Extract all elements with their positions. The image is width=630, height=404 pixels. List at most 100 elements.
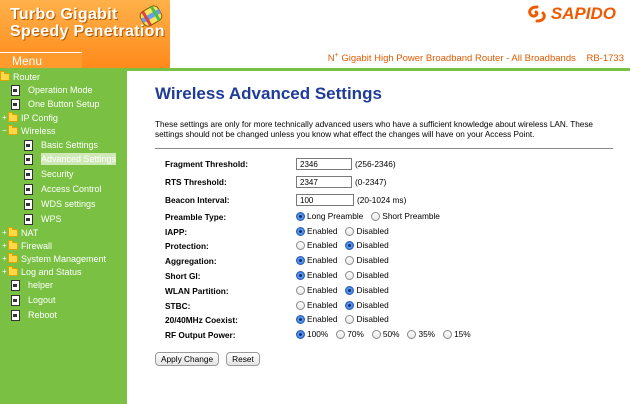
- radio-icon[interactable]: [345, 255, 355, 265]
- iapp-enabled-option[interactable]: Enabled: [296, 226, 337, 236]
- beacon-interval-input[interactable]: [296, 194, 354, 206]
- folder-icon: [8, 266, 18, 276]
- aggregation-label: Aggregation:: [165, 256, 217, 266]
- sidebar-item-ip-config[interactable]: + IP Config: [2, 112, 58, 124]
- menu-tab[interactable]: Menu: [0, 52, 82, 68]
- rf-power-50-option[interactable]: 50%: [371, 329, 399, 339]
- page-icon: [11, 309, 20, 321]
- radio-icon[interactable]: [345, 314, 355, 324]
- sidebar-item-logout[interactable]: Logout: [11, 294, 56, 306]
- sidebar-item-log-and-status[interactable]: + Log and Status: [2, 266, 82, 278]
- main-content: Wireless Advanced Settings These setting…: [155, 84, 615, 366]
- radio-icon[interactable]: [371, 211, 381, 221]
- radio-icon[interactable]: [336, 329, 346, 339]
- sidebar-item-reboot[interactable]: Reboot: [11, 309, 57, 321]
- sapido-logo: SAPIDO: [526, 4, 616, 24]
- page-icon: [24, 198, 33, 210]
- aggregation-disabled-option[interactable]: Disabled: [345, 255, 389, 265]
- beacon-interval-field: (20-1024 ms): [296, 194, 406, 206]
- aggregation-enabled-option[interactable]: Enabled: [296, 255, 337, 265]
- radio-selected-icon[interactable]: [296, 226, 305, 236]
- coexist-options: Enabled Disabled: [296, 314, 397, 324]
- radio-selected-icon[interactable]: [296, 314, 305, 324]
- page-icon: [24, 153, 33, 165]
- coexist-label: 20/40MHz Coexist:: [165, 315, 238, 325]
- rts-threshold-input[interactable]: [296, 176, 352, 188]
- radio-selected-icon[interactable]: [296, 329, 305, 339]
- sidebar-item-wireless[interactable]: − Wireless: [2, 125, 56, 137]
- radio-icon[interactable]: [296, 300, 305, 310]
- coexist-disabled-option[interactable]: Disabled: [345, 314, 389, 324]
- rts-threshold-label: RTS Threshold:: [165, 177, 227, 187]
- wlan-partition-disabled-option[interactable]: Disabled: [345, 285, 389, 295]
- radio-selected-icon[interactable]: [345, 240, 355, 250]
- header: SAPIDO N+ Gigabit High Power Broadband R…: [170, 0, 630, 68]
- radio-icon[interactable]: [443, 329, 453, 339]
- form-buttons: Apply Change Reset: [155, 352, 260, 366]
- sidebar-item-basic-settings[interactable]: Basic Settings: [24, 139, 98, 151]
- reset-button[interactable]: Reset: [226, 352, 260, 366]
- folder-icon: [0, 71, 10, 81]
- protection-disabled-option[interactable]: Disabled: [345, 240, 389, 250]
- rf-power-100-option[interactable]: 100%: [296, 329, 328, 339]
- sidebar-item-one-button-setup[interactable]: One Button Setup: [11, 98, 100, 110]
- folder-icon: [8, 112, 18, 122]
- short-gi-options: Enabled Disabled: [296, 270, 397, 280]
- coexist-enabled-option[interactable]: Enabled: [296, 314, 337, 324]
- protection-label: Protection:: [165, 241, 209, 251]
- protection-options: Enabled Disabled: [296, 240, 397, 250]
- aggregation-options: Enabled Disabled: [296, 255, 397, 265]
- sidebar-item-nat[interactable]: + NAT: [2, 227, 38, 239]
- radio-icon[interactable]: [296, 240, 305, 250]
- fragment-threshold-hint: (256-2346): [355, 159, 396, 169]
- radio-selected-icon[interactable]: [296, 211, 305, 221]
- rts-threshold-hint: (0-2347): [355, 177, 387, 187]
- radio-icon[interactable]: [407, 329, 417, 339]
- stbc-disabled-option[interactable]: Disabled: [345, 300, 389, 310]
- radio-icon[interactable]: [371, 329, 381, 339]
- sidebar-item-access-control[interactable]: Access Control: [24, 183, 102, 195]
- rf-power-15-option[interactable]: 15%: [443, 329, 471, 339]
- sidebar-item-firewall[interactable]: + Firewall: [2, 240, 52, 252]
- rf-output-power-label: RF Output Power:: [165, 330, 236, 340]
- radio-icon[interactable]: [345, 270, 355, 280]
- radio-selected-icon[interactable]: [296, 255, 305, 265]
- page-icon: [24, 213, 33, 225]
- beacon-interval-hint: (20-1024 ms): [357, 195, 407, 205]
- rf-power-70-option[interactable]: 70%: [336, 329, 364, 339]
- wlan-partition-options: Enabled Disabled: [296, 285, 397, 295]
- rf-output-power-options: 100% 70% 50% 35% 15%: [296, 329, 479, 339]
- page-icon: [11, 294, 20, 306]
- radio-selected-icon[interactable]: [345, 285, 355, 295]
- short-gi-label: Short GI:: [165, 271, 201, 281]
- sidebar-item-operation-mode[interactable]: Operation Mode: [11, 84, 93, 96]
- sidebar-item-advanced-settings[interactable]: Advanced Settings: [24, 153, 117, 165]
- sidebar-item-router[interactable]: Router: [0, 71, 40, 83]
- sidebar-item-system-management[interactable]: + System Management: [2, 253, 106, 265]
- radio-selected-icon[interactable]: [345, 300, 355, 310]
- model-label: RB-1733: [586, 53, 625, 65]
- sidebar-item-wds-settings[interactable]: WDS settings: [24, 198, 96, 210]
- radio-icon[interactable]: [296, 285, 305, 295]
- folder-icon: [8, 240, 18, 250]
- sidebar-item-helper[interactable]: helper: [11, 279, 53, 291]
- page-title: Wireless Advanced Settings: [155, 84, 382, 103]
- protection-enabled-option[interactable]: Enabled: [296, 240, 337, 250]
- sidebar-item-security[interactable]: Security: [24, 168, 74, 180]
- wlan-partition-enabled-option[interactable]: Enabled: [296, 285, 337, 295]
- rf-power-35-option[interactable]: 35%: [407, 329, 435, 339]
- preamble-type-options: Long Preamble Short Preamble: [296, 211, 448, 221]
- iapp-disabled-option[interactable]: Disabled: [345, 226, 389, 236]
- fragment-threshold-input[interactable]: [296, 158, 352, 170]
- short-gi-enabled-option[interactable]: Enabled: [296, 270, 337, 280]
- radio-selected-icon[interactable]: [296, 270, 305, 280]
- apply-change-button[interactable]: Apply Change: [155, 352, 220, 366]
- folder-icon: [8, 227, 18, 237]
- stbc-enabled-option[interactable]: Enabled: [296, 300, 337, 310]
- page-icon: [11, 279, 20, 291]
- preamble-long-option[interactable]: Long Preamble: [296, 211, 363, 221]
- radio-icon[interactable]: [345, 226, 355, 236]
- sidebar-item-wps[interactable]: WPS: [24, 213, 62, 225]
- preamble-short-option[interactable]: Short Preamble: [371, 211, 440, 221]
- short-gi-disabled-option[interactable]: Disabled: [345, 270, 389, 280]
